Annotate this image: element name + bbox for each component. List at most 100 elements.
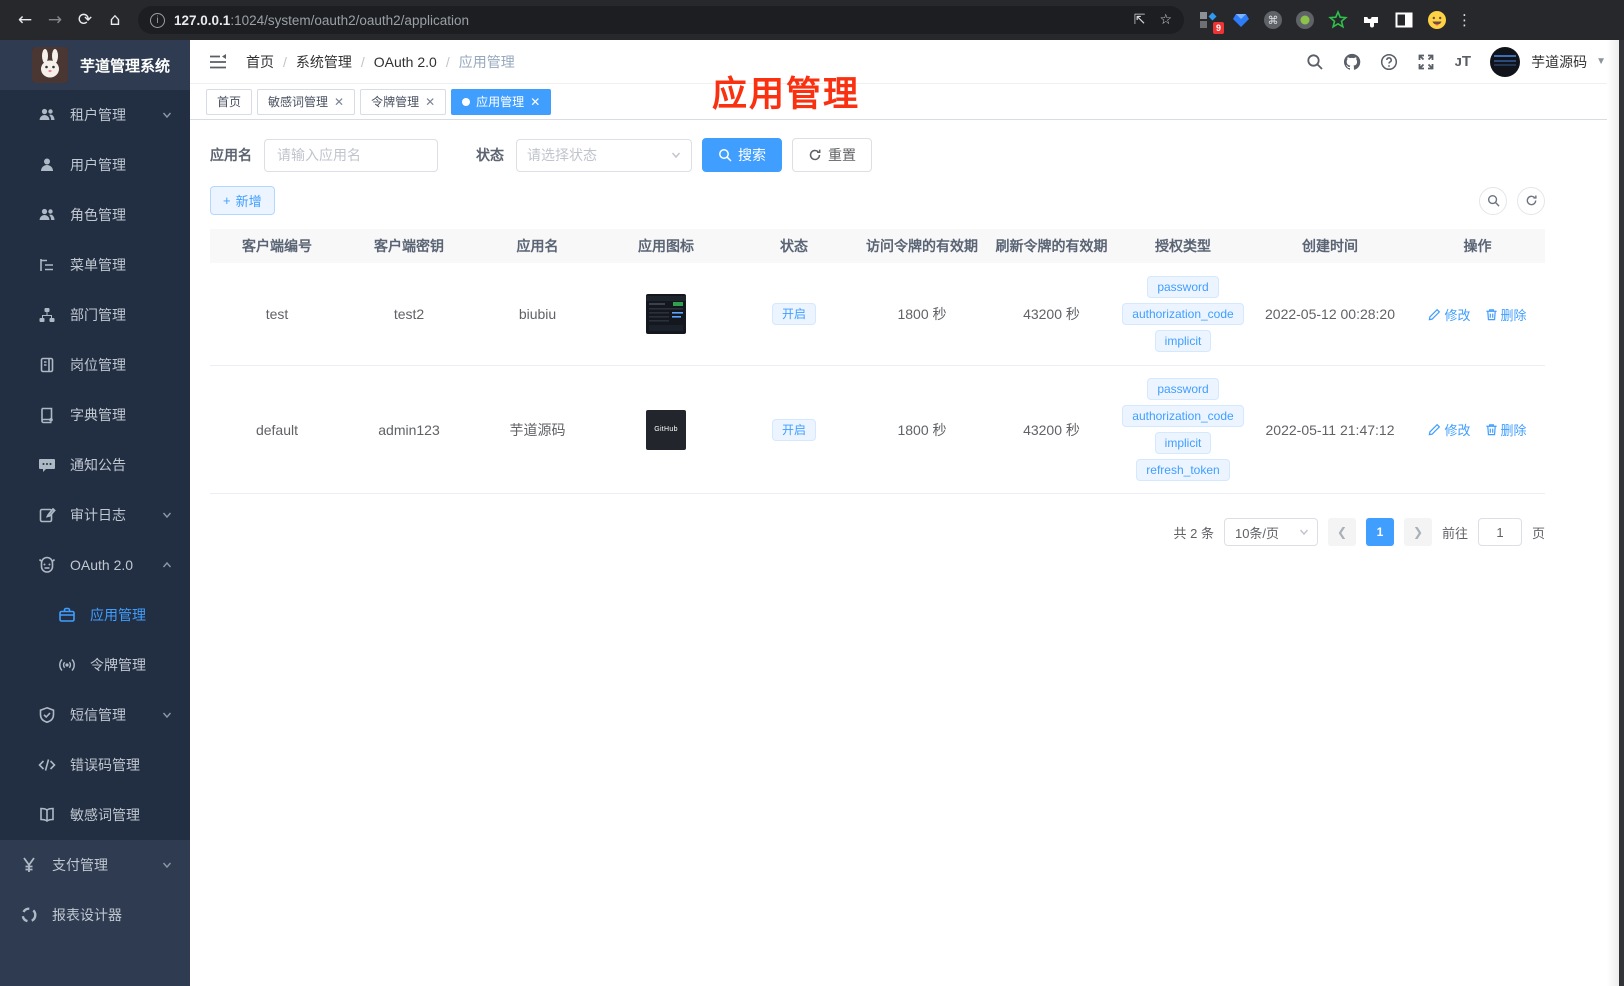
tab-token[interactable]: 令牌管理 ✕ xyxy=(360,88,447,115)
sidebar-item-label: 审计日志 xyxy=(70,507,126,523)
edit-link[interactable]: 修改 xyxy=(1428,420,1471,439)
token-icon xyxy=(59,658,75,672)
page-number-1[interactable]: 1 xyxy=(1365,518,1394,546)
sidebar-item-oauth2[interactable]: OAuth 2.0 xyxy=(0,540,190,590)
help-icon[interactable] xyxy=(1380,53,1398,71)
goto-page-input[interactable] xyxy=(1477,518,1522,546)
yen-icon xyxy=(23,857,35,872)
main-panel: 首页 / 系统管理 / OAuth 2.0 / 应用管理 ᴊT 芋道源码 ▼ 首… xyxy=(190,40,1624,986)
app-name-input[interactable] xyxy=(264,138,438,172)
sidebar-item-dept[interactable]: 部门管理 xyxy=(0,290,190,340)
close-icon[interactable]: ✕ xyxy=(425,95,435,109)
plus-icon: + xyxy=(223,193,231,208)
edit-link[interactable]: 修改 xyxy=(1428,305,1471,324)
extensions-row: 9 ⌘ xyxy=(1198,10,1447,34)
grant-tag: authorization_code xyxy=(1122,405,1244,427)
extension-gem-icon[interactable] xyxy=(1231,10,1251,30)
table-row: default admin123 芋道源码 GitHub 开启 1800 秒 4… xyxy=(210,366,1545,494)
trash-icon xyxy=(1485,424,1497,436)
search-icon[interactable] xyxy=(1306,53,1324,71)
url-text[interactable]: 127.0.0.1:1024/system/oauth2/oauth2/appl… xyxy=(174,13,1120,28)
search-form: 应用名 状态 请选择状态 搜索 重置 xyxy=(210,138,1624,172)
grant-tag: authorization_code xyxy=(1122,303,1244,325)
sidebar-item-menu[interactable]: 菜单管理 xyxy=(0,240,190,290)
username[interactable]: 芋道源码 xyxy=(1531,52,1587,72)
share-icon[interactable]: ⇱ xyxy=(1134,12,1146,28)
delete-link[interactable]: 删除 xyxy=(1485,305,1527,324)
font-size-icon[interactable]: ᴊT xyxy=(1454,53,1471,70)
edit-icon xyxy=(1429,423,1441,436)
cell-actions: 修改 删除 xyxy=(1410,263,1545,365)
search-button[interactable]: 搜索 xyxy=(702,138,782,172)
sidebar-item-audit-log[interactable]: 审计日志 xyxy=(0,490,190,540)
extension-command-icon[interactable]: ⌘ xyxy=(1264,11,1282,29)
breadcrumb-system[interactable]: 系统管理 xyxy=(296,52,352,72)
hamburger-icon[interactable] xyxy=(208,52,228,72)
delete-link[interactable]: 删除 xyxy=(1485,420,1527,439)
sidebar-item-label: 字典管理 xyxy=(70,407,126,423)
tab-sensitive-word[interactable]: 敏感词管理 ✕ xyxy=(257,88,356,115)
github-icon[interactable] xyxy=(1343,53,1361,71)
back-icon[interactable]: ← xyxy=(10,10,40,30)
cell-secret: test2 xyxy=(393,306,425,322)
sidebar-item-oauth2-token[interactable]: 令牌管理 xyxy=(0,640,190,690)
refresh-table-button[interactable] xyxy=(1517,186,1545,215)
avatar[interactable] xyxy=(1490,46,1521,77)
extension-puzzle-icon[interactable] xyxy=(1361,10,1381,30)
extension-emoji-avatar[interactable] xyxy=(1427,10,1447,30)
next-page-button[interactable]: ❯ xyxy=(1403,518,1432,546)
sidebar-item-label: 部门管理 xyxy=(70,307,126,323)
close-icon[interactable]: ✕ xyxy=(334,95,344,109)
breadcrumb-home[interactable]: 首页 xyxy=(246,52,274,72)
status-select[interactable]: 请选择状态 xyxy=(516,138,692,172)
scrollbar-gutter[interactable] xyxy=(1607,40,1619,986)
sidebar-item-notice[interactable]: 通知公告 xyxy=(0,440,190,490)
app-name-label: 应用名 xyxy=(210,147,252,163)
sidebar-item-role[interactable]: 角色管理 xyxy=(0,190,190,240)
add-button[interactable]: + 新增 xyxy=(210,186,275,215)
home-icon[interactable]: ⌂ xyxy=(100,10,130,30)
sidebar-item-label: 用户管理 xyxy=(70,157,126,173)
extension-record-icon[interactable] xyxy=(1295,10,1315,30)
sidebar-item-report-designer[interactable]: 报表设计器 xyxy=(0,890,190,940)
sidebar-item-user[interactable]: 用户管理 xyxy=(0,140,190,190)
sidebar-item-label: 角色管理 xyxy=(70,207,126,223)
page-size-select[interactable]: 10条/页 xyxy=(1223,518,1318,546)
cell-app-name: 芋道源码 xyxy=(509,421,566,438)
extension-splitscreen-icon[interactable] xyxy=(1394,10,1414,30)
extension-star-icon[interactable] xyxy=(1328,10,1348,30)
tab-home[interactable]: 首页 xyxy=(206,88,253,115)
sidebar-item-dict[interactable]: 字典管理 xyxy=(0,390,190,440)
breadcrumb-oauth2[interactable]: OAuth 2.0 xyxy=(374,54,437,70)
briefcase-icon xyxy=(59,607,75,622)
info-icon[interactable]: i xyxy=(150,12,165,28)
users-icon xyxy=(39,108,55,120)
caret-down-icon[interactable]: ▼ xyxy=(1596,56,1606,67)
prev-page-button[interactable]: ❮ xyxy=(1327,518,1356,546)
star-icon[interactable]: ☆ xyxy=(1159,12,1172,28)
fullscreen-icon[interactable] xyxy=(1417,53,1435,71)
address-bar[interactable]: i 127.0.0.1:1024/system/oauth2/oauth2/ap… xyxy=(138,6,1184,34)
sidebar-item-sms[interactable]: 短信管理 xyxy=(0,690,190,740)
cell-status: 开启 xyxy=(731,366,857,493)
reset-button[interactable]: 重置 xyxy=(792,138,872,172)
sidebar-item-oauth2-application[interactable]: 应用管理 xyxy=(0,590,190,640)
sidebar-item-post[interactable]: 岗位管理 xyxy=(0,340,190,390)
extension-grid-icon[interactable]: 9 xyxy=(1198,10,1224,34)
sidebar-item-pay[interactable]: 支付管理 xyxy=(0,840,190,890)
toggle-search-button[interactable] xyxy=(1479,186,1507,215)
close-icon[interactable]: ✕ xyxy=(530,95,540,109)
browser-menu-icon[interactable]: ⋮ xyxy=(1457,11,1472,29)
sidebar-item-label: 应用管理 xyxy=(90,607,146,623)
sidebar-item-tenant[interactable]: 租户管理 xyxy=(0,90,190,140)
sidebar-item-sensitive-word[interactable]: 敏感词管理 xyxy=(0,790,190,840)
forward-icon[interactable]: → xyxy=(40,10,70,30)
reload-icon[interactable]: ⟳ xyxy=(70,10,100,30)
shield-check-icon xyxy=(39,706,55,724)
tab-application[interactable]: 应用管理 ✕ xyxy=(451,88,552,115)
sidebar-item-label: 报表设计器 xyxy=(52,907,122,923)
app-logo: 芋道管理系统 xyxy=(0,40,190,90)
sidebar-item-label: 菜单管理 xyxy=(70,257,126,273)
code-icon xyxy=(38,759,56,771)
sidebar-item-errcode[interactable]: 错误码管理 xyxy=(0,740,190,790)
